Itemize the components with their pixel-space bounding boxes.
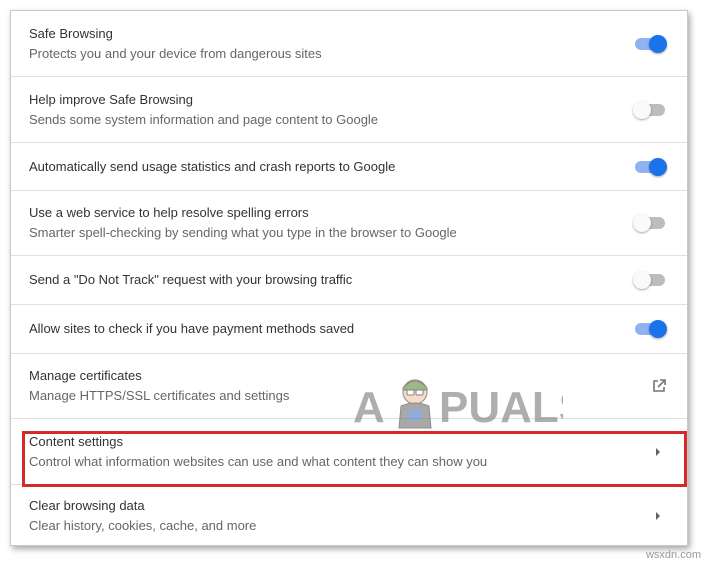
toggle-knob: [633, 271, 651, 289]
arrow-right-icon[interactable]: [654, 447, 662, 457]
setting-title: Automatically send usage statistics and …: [29, 158, 396, 174]
setting-title: Safe Browsing: [29, 25, 113, 41]
setting-subtitle: Clear history, cookies, cache, and more: [29, 518, 257, 533]
setting-text: Use a web service to help resolve spelli…: [29, 204, 617, 242]
setting-subtitle: Smarter spell-checking by sending what y…: [29, 225, 457, 240]
toggle-knob: [649, 157, 667, 176]
help-improve-safe-browsing-toggle[interactable]: [633, 100, 667, 119]
arrow-right-icon[interactable]: [654, 511, 662, 521]
setting-row-manage-certificates[interactable]: Manage certificates Manage HTTPS/SSL cer…: [11, 353, 687, 418]
setting-text: Automatically send usage statistics and …: [29, 158, 617, 176]
screenshot-page: Safe Browsing Protects you and your devi…: [0, 0, 709, 563]
setting-subtitle: Control what information websites can us…: [29, 453, 488, 469]
setting-row-help-improve-safe-browsing[interactable]: Help improve Safe Browsing Sends some sy…: [11, 76, 687, 142]
setting-row-usage-statistics[interactable]: Automatically send usage statistics and …: [11, 142, 687, 190]
setting-text: Clear browsing data Clear history, cooki…: [29, 497, 617, 535]
setting-title: Send a "Do Not Track" request with your …: [29, 272, 353, 287]
setting-row-do-not-track[interactable]: Send a "Do Not Track" request with your …: [11, 255, 687, 304]
usage-statistics-toggle[interactable]: [633, 157, 667, 176]
setting-row-content-settings[interactable]: Content settings Control what informatio…: [11, 418, 687, 484]
toggle-knob: [649, 34, 667, 53]
setting-title: Content settings: [29, 433, 123, 449]
setting-text: Help improve Safe Browsing Sends some sy…: [29, 91, 617, 129]
setting-subtitle: Sends some system information and page c…: [29, 111, 379, 127]
toggle-knob: [633, 214, 651, 232]
privacy-settings-panel: Safe Browsing Protects you and your devi…: [10, 10, 688, 546]
external-link-icon[interactable]: [651, 378, 667, 394]
setting-text: Content settings Control what informatio…: [29, 433, 617, 471]
do-not-track-toggle[interactable]: [633, 271, 667, 289]
setting-text: Allow sites to check if you have payment…: [29, 320, 617, 338]
setting-title: Allow sites to check if you have payment…: [29, 321, 355, 336]
setting-title: Help improve Safe Browsing: [29, 91, 194, 107]
toggle-knob: [633, 100, 651, 119]
svg-text:A: A: [353, 383, 385, 430]
setting-subtitle: Protects you and your device from danger…: [29, 45, 322, 61]
safe-browsing-toggle[interactable]: [633, 34, 667, 53]
setting-text: Send a "Do Not Track" request with your …: [29, 271, 617, 289]
setting-row-safe-browsing[interactable]: Safe Browsing Protects you and your devi…: [11, 11, 687, 76]
appuals-logo: A PUALS: [353, 379, 563, 430]
spelling-service-toggle[interactable]: [633, 214, 667, 232]
setting-row-clear-browsing-data[interactable]: Clear browsing data Clear history, cooki…: [11, 484, 687, 545]
setting-title: Clear browsing data: [29, 498, 145, 513]
toggle-knob: [649, 320, 667, 338]
svg-text:PUALS: PUALS: [439, 383, 563, 430]
setting-row-payment-methods[interactable]: Allow sites to check if you have payment…: [11, 304, 687, 353]
setting-row-spelling-service[interactable]: Use a web service to help resolve spelli…: [11, 190, 687, 255]
setting-text: Safe Browsing Protects you and your devi…: [29, 25, 617, 63]
payment-methods-toggle[interactable]: [633, 320, 667, 338]
setting-title: Use a web service to help resolve spelli…: [29, 205, 309, 220]
watermark-text: wsxdn.com: [645, 549, 701, 561]
